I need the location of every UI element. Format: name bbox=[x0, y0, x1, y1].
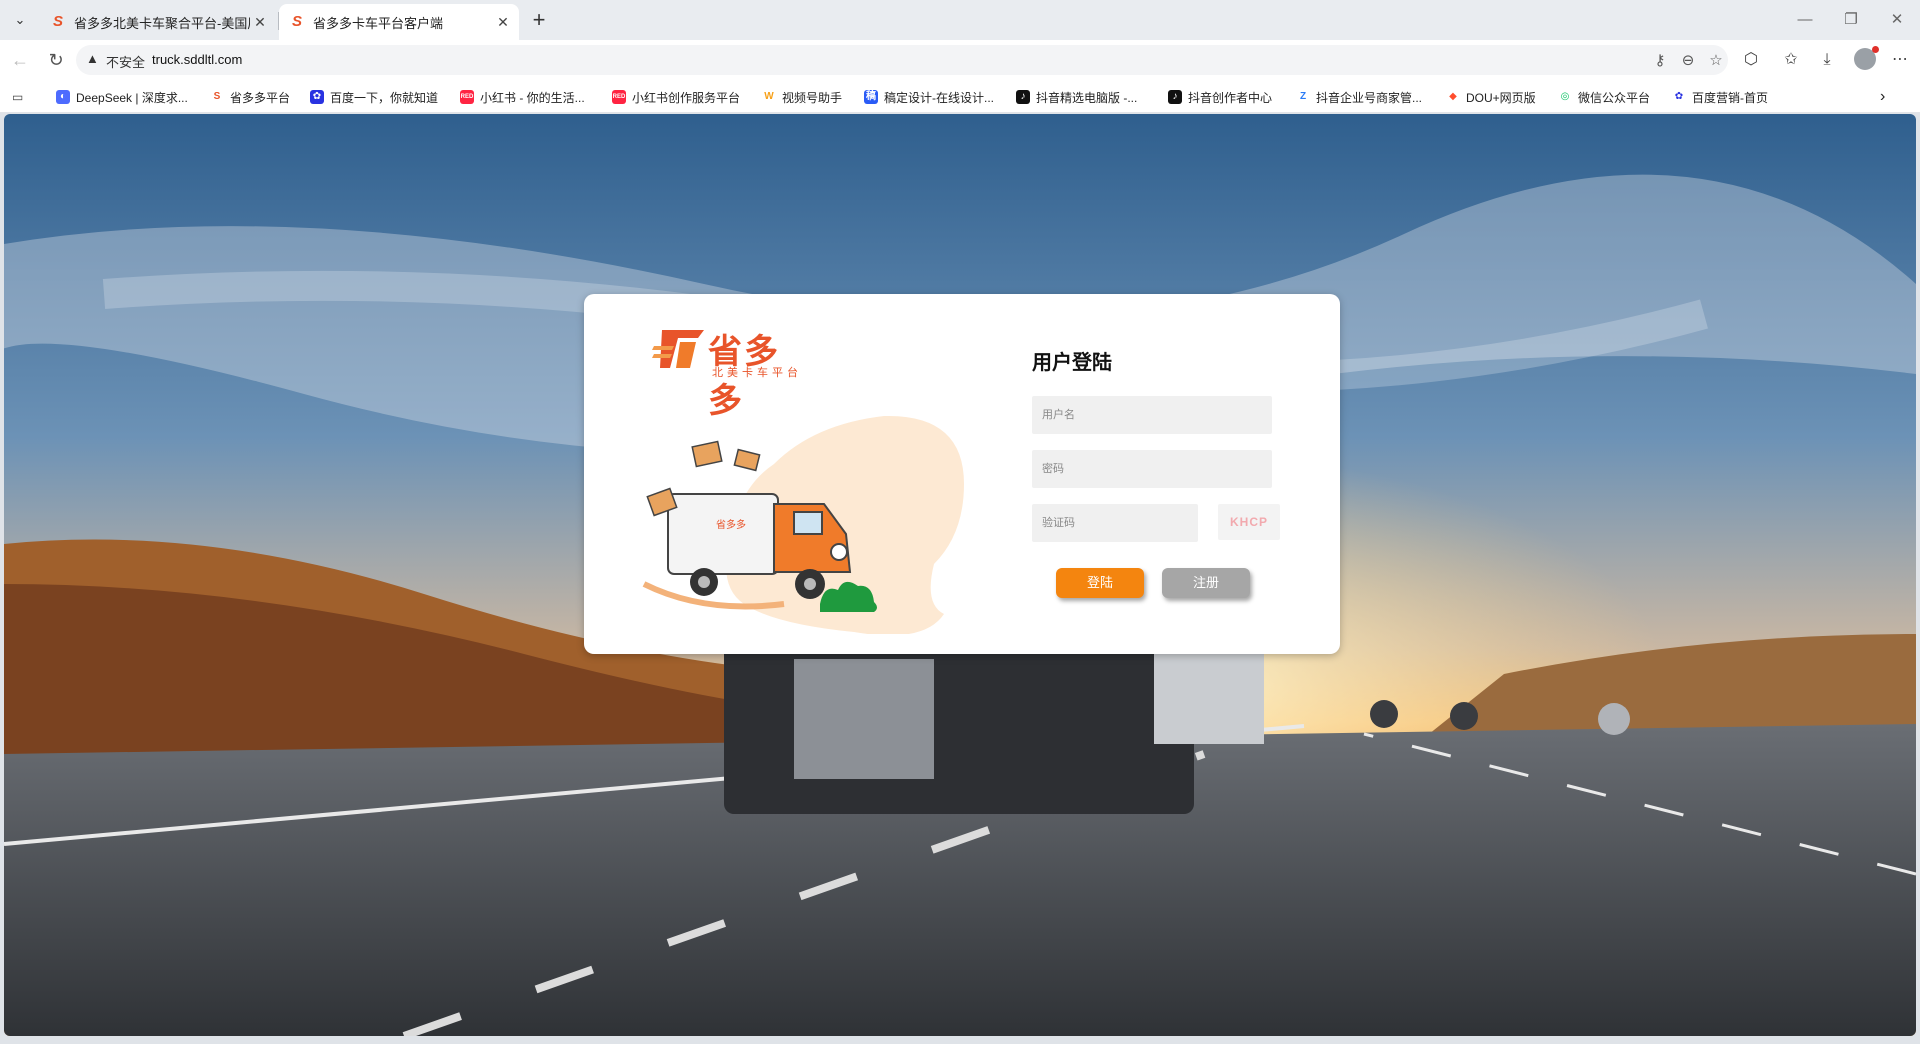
bookmarks-more-chevron-icon[interactable]: › bbox=[1880, 88, 1885, 106]
favorites-icon[interactable]: ✩ bbox=[1779, 48, 1803, 72]
bookmark-label: 视频号助手 bbox=[782, 90, 843, 105]
sdd-icon: S bbox=[210, 90, 224, 104]
sdd-favicon-icon: S bbox=[291, 13, 302, 30]
bookmark-wechat-mp[interactable]: ◎ 微信公众平台 bbox=[1558, 88, 1650, 106]
bookmark-label: 抖音精选电脑版 -... bbox=[1036, 90, 1138, 105]
login-button[interactable]: 登陆 bbox=[1056, 568, 1144, 598]
bookmark-gaoding[interactable]: 稿稿定设计-在线设计... bbox=[864, 88, 994, 106]
bookmark-label: DeepSeek | 深度求... bbox=[76, 90, 188, 105]
favorite-star-icon[interactable]: ☆ bbox=[1706, 51, 1726, 71]
dou-plus-icon: ◆ bbox=[1446, 90, 1460, 104]
bookmark-label: 小红书 - 你的生活... bbox=[480, 90, 585, 105]
bookmark-deepseek[interactable]: ◐ DeepSeek | 深度求... bbox=[56, 88, 188, 106]
bookmark-wechat-channels[interactable]: W 视频号助手 bbox=[762, 88, 842, 106]
captcha-input[interactable] bbox=[1032, 504, 1198, 542]
bookmark-sdd-platform[interactable]: S 省多多平台 bbox=[210, 88, 290, 106]
bookmark-dou-plus[interactable]: ◆ DOU+网页版 bbox=[1446, 88, 1536, 106]
xiaohongshu-icon: RED bbox=[460, 90, 474, 104]
tab-title: 省多多北美卡车聚合平台-美国尾板 bbox=[74, 15, 250, 31]
bookmark-label: 省多多平台 bbox=[230, 90, 291, 105]
douyin-icon: ♪ bbox=[1168, 90, 1182, 104]
truck-logo-text: 省多多 bbox=[716, 518, 746, 531]
address-bar[interactable]: ▲ 不安全 truck.sddltl.com ⚷ ⊖ ☆ bbox=[76, 45, 1728, 75]
password-input[interactable] bbox=[1032, 450, 1272, 488]
gaoding-icon: 稿 bbox=[864, 90, 878, 104]
douyin-icon: ♪ bbox=[1016, 90, 1030, 104]
bookmark-baidu-marketing[interactable]: ✿ 百度营销-首页 bbox=[1672, 88, 1768, 106]
bookmark-label: 抖音创作者中心 bbox=[1188, 90, 1273, 105]
bookmark-douyin-enterprise[interactable]: Z 抖音企业号商家管... bbox=[1296, 88, 1422, 106]
tab-sdd-truck-aggregator[interactable]: S 省多多北美卡车聚合平台-美国尾板 ✕ bbox=[40, 4, 276, 40]
bookmark-baidu[interactable]: ✿ 百度一下，你就知道 bbox=[310, 88, 438, 106]
more-menu-icon[interactable]: ⋯ bbox=[1888, 48, 1912, 72]
security-label[interactable]: 不安全 bbox=[106, 52, 145, 71]
bookmark-label: 抖音企业号商家管... bbox=[1316, 90, 1423, 105]
bookmark-label: 百度营销-首页 bbox=[1692, 90, 1768, 105]
sdd-logo: 省多多 北美卡车平台 bbox=[652, 324, 812, 421]
bookmark-xiaohongshu[interactable]: RED 小红书 - 你的生活... bbox=[460, 88, 585, 106]
bookmark-label: 小红书创作服务平台 bbox=[632, 90, 741, 105]
bookmark-label: 稿定设计-在线设计... bbox=[884, 90, 994, 105]
sdd-favicon-icon: S bbox=[52, 13, 63, 30]
notification-dot bbox=[1872, 46, 1879, 53]
close-tab-icon[interactable]: ✕ bbox=[493, 14, 513, 31]
bookmark-label: DOU+网页版 bbox=[1466, 90, 1536, 105]
reload-icon[interactable]: ↻ bbox=[44, 48, 68, 72]
bookmarks-bar: ▭ ◐ DeepSeek | 深度求... S 省多多平台 ✿ 百度一下，你就知道 R… bbox=[0, 80, 1920, 113]
baidu-icon: ✿ bbox=[310, 90, 324, 104]
key-icon[interactable]: ⚷ bbox=[1650, 51, 1670, 71]
tab-list-chevron-icon[interactable]: ⌄ bbox=[8, 8, 32, 32]
deepseek-icon: ◐ bbox=[56, 90, 70, 104]
register-button[interactable]: 注册 bbox=[1162, 568, 1250, 598]
reading-list-icon[interactable]: ▭ bbox=[12, 88, 23, 106]
tab-strip: ⌄ S 省多多北美卡车聚合平台-美国尾板 ✕ S 省多多卡车平台客户端 ✕ + … bbox=[0, 0, 1920, 40]
bookmark-label: 百度一下，你就知道 bbox=[330, 90, 439, 105]
bookmark-label: 微信公众平台 bbox=[1578, 90, 1651, 105]
wechat-mp-icon: ◎ bbox=[1558, 90, 1572, 104]
new-tab-icon[interactable]: + bbox=[526, 8, 552, 34]
login-title: 用户登陆 bbox=[1032, 352, 1112, 374]
browser-toolbar: ← ↻ ▲ 不安全 truck.sddltl.com ⚷ ⊖ ☆ ⬡ ✩ ⤓ ⋯ bbox=[0, 40, 1920, 80]
url-text[interactable]: truck.sddltl.com bbox=[152, 52, 242, 67]
back-icon[interactable]: ← bbox=[8, 48, 32, 72]
zoom-icon[interactable]: ⊖ bbox=[1678, 51, 1698, 71]
bookmark-xiaohongshu-creator[interactable]: RED 小红书创作服务平台 bbox=[612, 88, 740, 106]
close-tab-icon[interactable]: ✕ bbox=[250, 14, 270, 31]
extensions-icon[interactable]: ⬡ bbox=[1739, 48, 1763, 72]
baidu-marketing-icon: ✿ bbox=[1672, 90, 1686, 104]
xiaohongshu-icon: RED bbox=[612, 90, 626, 104]
page-viewport: 省多多 北美卡车平台 省多多 用户登陆 KHCP 登陆 注册 bbox=[4, 114, 1916, 1036]
captcha-image[interactable]: KHCP bbox=[1218, 504, 1280, 540]
warning-icon[interactable]: ▲ bbox=[86, 51, 99, 66]
username-input[interactable] bbox=[1032, 396, 1272, 434]
douyin-enterprise-icon: Z bbox=[1296, 90, 1310, 104]
truck-illustration: 省多多 bbox=[642, 415, 964, 634]
close-window-icon[interactable]: ✕ bbox=[1882, 8, 1912, 32]
restore-icon[interactable]: ❐ bbox=[1836, 8, 1866, 32]
profile-avatar[interactable] bbox=[1854, 46, 1879, 70]
bookmark-douyin-pc[interactable]: ♪ 抖音精选电脑版 -... bbox=[1016, 88, 1137, 106]
download-icon[interactable]: ⤓ bbox=[1815, 48, 1839, 72]
bookmark-douyin-creator[interactable]: ♪ 抖音创作者中心 bbox=[1168, 88, 1272, 106]
wechat-channels-icon: W bbox=[762, 90, 776, 104]
sdd-logo-mark-icon bbox=[652, 330, 704, 368]
login-card: 省多多 北美卡车平台 省多多 用户登陆 KHCP 登陆 注册 bbox=[584, 294, 1340, 654]
tab-sdd-truck-client[interactable]: S 省多多卡车平台客户端 ✕ bbox=[279, 4, 519, 40]
tab-title: 省多多卡车平台客户端 bbox=[313, 15, 444, 31]
minimize-icon[interactable]: — bbox=[1790, 8, 1820, 32]
logo-subtext: 北美卡车平台 bbox=[712, 367, 802, 379]
